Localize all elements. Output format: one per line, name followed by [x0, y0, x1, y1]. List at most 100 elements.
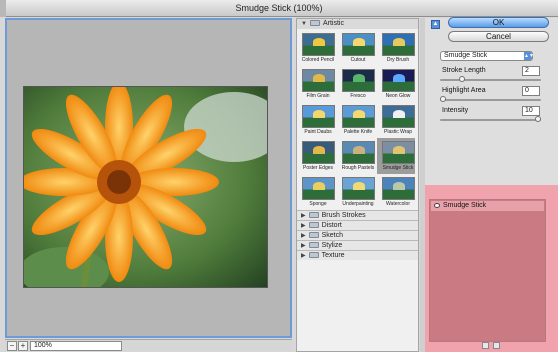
filter-thumb[interactable]: Dry Brush — [377, 30, 415, 66]
preview-image — [23, 86, 268, 288]
filter-thumb-image — [382, 69, 415, 92]
window-titlebar: Smudge Stick (100%) — [0, 0, 558, 17]
filter-thumb[interactable]: Palette Knife — [337, 102, 375, 138]
artistic-thumbnails: Colored Pencil Cutout Dry Brush Film Grain F… — [297, 29, 418, 210]
param-value-field[interactable]: 0 — [522, 86, 540, 96]
filter-thumb-image — [302, 141, 335, 164]
left-edge-strip — [0, 0, 6, 17]
expand-triangle-icon: ▶ — [301, 223, 306, 229]
balloon-shape — [393, 182, 405, 190]
cancel-button[interactable]: Cancel — [448, 31, 549, 42]
folder-item[interactable]: ▶ Stylize — [297, 240, 418, 250]
filter-thumb-image — [302, 33, 335, 56]
folder-item[interactable]: ▶ Distort — [297, 220, 418, 230]
filter-thumb[interactable]: Poster Edges — [297, 138, 335, 174]
filter-thumb[interactable]: Rough Pastels — [337, 138, 375, 174]
window-title: Smudge Stick (100%) — [235, 3, 323, 13]
folder-label: Brush Strokes — [321, 212, 366, 219]
folder-label: Sketch — [321, 232, 344, 239]
filter-thumb-label: Colored Pencil — [301, 57, 335, 63]
folder-artistic[interactable]: ▼ Artistic — [297, 19, 418, 29]
effect-layers-panel: Smudge Stick — [425, 185, 558, 352]
filter-thumb-label: Rough Pastels — [341, 165, 375, 171]
param-label: Intensity — [442, 107, 469, 114]
folder-icon — [308, 212, 319, 218]
param-slider[interactable] — [440, 116, 541, 122]
zoom-out-button[interactable]: − — [7, 341, 17, 351]
balloon-shape — [313, 38, 325, 46]
trash-icon[interactable] — [493, 342, 500, 349]
folder-item[interactable]: ▶ Sketch — [297, 230, 418, 240]
filter-thumb[interactable]: Plastic Wrap — [377, 102, 415, 138]
filter-thumb[interactable]: Fresco — [337, 66, 375, 102]
filter-thumb-image — [382, 105, 415, 128]
filter-thumb[interactable]: Cutout — [337, 30, 375, 66]
slider-knob[interactable] — [440, 96, 446, 102]
param-slider[interactable] — [440, 76, 541, 82]
folder-item[interactable]: ▶ Texture — [297, 250, 418, 260]
filter-thumb[interactable]: Colored Pencil — [297, 30, 335, 66]
folder-item[interactable]: ▶ Brush Strokes — [297, 210, 418, 220]
filter-folder-list: ▶ Brush Strokes ▶ Distort ▶ Sketch ▶ Stylize ▶ Te… — [297, 210, 418, 260]
balloon-shape — [353, 74, 365, 82]
param-slider[interactable] — [440, 96, 541, 102]
filter-thumb[interactable]: Smudge Stick — [377, 138, 415, 174]
folder-label: Distort — [321, 222, 342, 229]
balloon-shape — [353, 182, 365, 190]
zoom-level-field[interactable]: 100% — [30, 341, 122, 351]
filter-select[interactable]: Smudge Stick ▲▼ — [440, 51, 534, 61]
zoom-bar: − + 100% — [5, 339, 292, 351]
filter-thumb-label: Fresco — [350, 93, 366, 99]
ok-button[interactable]: OK — [448, 17, 549, 28]
balloon-shape — [313, 146, 325, 154]
filter-thumb-image — [302, 105, 335, 128]
effect-layers-list: Smudge Stick — [429, 199, 546, 342]
collapse-gallery-button[interactable]: ▲ — [431, 20, 440, 29]
filter-thumb-label: Sponge — [309, 201, 327, 207]
param-label: Stroke Length — [442, 67, 486, 74]
folder-icon — [308, 252, 319, 258]
filter-thumb-label: Underpainting — [342, 201, 374, 207]
eye-icon[interactable] — [434, 203, 440, 208]
slider-knob[interactable] — [535, 116, 541, 122]
filter-thumb-image — [342, 105, 375, 128]
filter-thumb[interactable]: Film Grain — [297, 66, 335, 102]
new-effect-layer-icon[interactable] — [482, 342, 489, 349]
filter-thumb-image — [302, 177, 335, 200]
filter-select-value: Smudge Stick — [444, 52, 488, 59]
filter-thumb[interactable]: Neon Glow — [377, 66, 415, 102]
filter-thumb-label: Smudge Stick — [382, 165, 414, 171]
filter-thumb-image — [342, 33, 375, 56]
filter-thumb-label: Palette Knife — [343, 129, 373, 135]
zoom-in-button[interactable]: + — [18, 341, 28, 351]
filter-thumb[interactable]: Underpainting — [337, 174, 375, 210]
folder-icon — [308, 242, 319, 248]
folder-icon — [308, 232, 319, 238]
filter-thumb-label: Film Grain — [306, 93, 330, 99]
filter-thumb-image — [342, 177, 375, 200]
effect-layer-row[interactable]: Smudge Stick — [431, 201, 544, 211]
filter-thumb-image — [342, 141, 375, 164]
expand-triangle-icon: ▶ — [301, 233, 306, 239]
filter-thumb[interactable]: Watercolor — [377, 174, 415, 210]
param-label: Highlight Area — [442, 87, 486, 94]
filter-thumb-label: Dry Brush — [386, 57, 410, 63]
expand-triangle-icon: ▶ — [301, 253, 306, 259]
filter-thumb-label: Watercolor — [386, 201, 410, 207]
filter-thumb-label: Plastic Wrap — [384, 129, 412, 135]
param-value-field[interactable]: 10 — [522, 106, 540, 116]
preview-pane[interactable] — [5, 18, 292, 338]
filter-thumb[interactable]: Paint Daubs — [297, 102, 335, 138]
expand-triangle-icon: ▶ — [301, 213, 306, 219]
chevron-down-icon: ▲▼ — [524, 52, 534, 60]
folder-icon — [308, 222, 319, 228]
expand-triangle-icon: ▶ — [301, 243, 306, 249]
filter-thumb-image — [382, 177, 415, 200]
balloon-shape — [393, 74, 405, 82]
filter-thumb-label: Cutout — [350, 57, 366, 63]
balloon-shape — [313, 110, 325, 118]
expand-triangle-icon: ▼ — [301, 21, 307, 27]
filter-thumb[interactable]: Sponge — [297, 174, 335, 210]
param-value-field[interactable]: 2 — [522, 66, 540, 76]
slider-knob[interactable] — [459, 76, 465, 82]
